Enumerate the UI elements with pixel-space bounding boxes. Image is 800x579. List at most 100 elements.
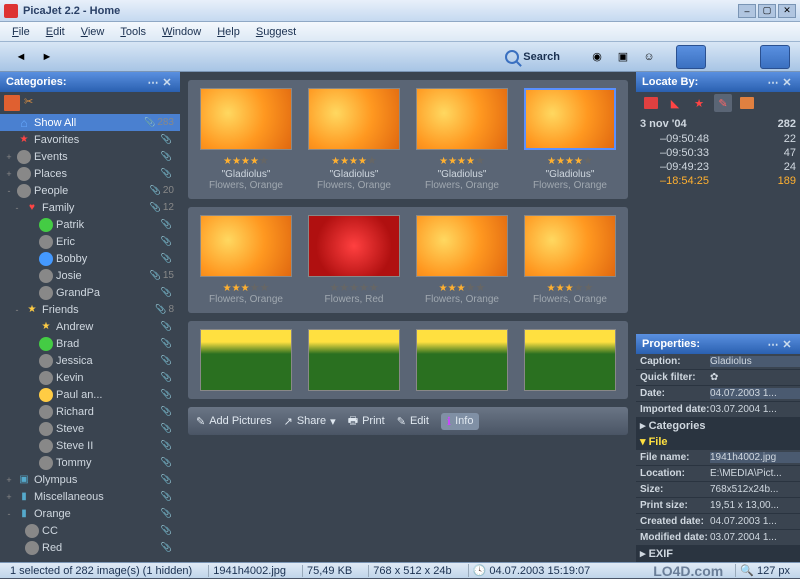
image-icon[interactable]: ▣	[611, 46, 635, 68]
close-button[interactable]: ✕	[778, 4, 796, 18]
tree-item-steve-ii[interactable]: Steve II📎	[0, 437, 180, 454]
rating[interactable]: ★★★★★	[547, 154, 593, 167]
locate-tab-book[interactable]	[642, 94, 660, 112]
tree-item-eric[interactable]: Eric📎	[0, 233, 180, 250]
prop-value[interactable]: 04.07.2003 1...	[710, 516, 800, 527]
date-entry[interactable]: – 09:50:3347	[640, 146, 796, 160]
locate-tab-folder[interactable]	[738, 94, 756, 112]
menu-file[interactable]: File	[4, 24, 38, 40]
rating[interactable]: ★★★★★	[439, 154, 485, 167]
thumb-image[interactable]	[308, 88, 400, 150]
property-section[interactable]: ▸ Categories	[636, 418, 800, 434]
thumbnail[interactable]	[200, 329, 292, 391]
thumbnail[interactable]	[524, 329, 616, 391]
expand-icon[interactable]: +	[4, 475, 14, 485]
tree-item-family[interactable]: -Family📎12	[0, 199, 180, 216]
prop-value[interactable]: 19,51 x 13,00...	[710, 500, 800, 511]
thumb-image[interactable]	[200, 88, 292, 150]
thumb-image[interactable]	[308, 329, 400, 391]
rating[interactable]: ★★★★★	[547, 281, 594, 294]
thumb-image[interactable]	[200, 215, 292, 277]
prop-value[interactable]: 03.07.2004 1...	[710, 532, 800, 543]
rating[interactable]: ★★★★★	[223, 281, 270, 294]
expand-icon[interactable]: -	[4, 509, 14, 519]
tree-item-steve[interactable]: Steve📎	[0, 420, 180, 437]
thumb-image[interactable]	[308, 215, 400, 277]
tree-item-red[interactable]: Red📎	[0, 539, 180, 556]
rating[interactable]: ★★★★★	[223, 154, 269, 167]
prop-value[interactable]: 03.07.2004 1...	[710, 404, 800, 415]
right-panel-toggle[interactable]	[760, 45, 790, 69]
locate-tab-star[interactable]: ★	[690, 94, 708, 112]
edit-button[interactable]: ✎Edit	[397, 415, 429, 428]
print-button[interactable]: 🖶Print	[348, 412, 385, 431]
person-icon[interactable]: ☺	[637, 46, 661, 68]
tree-item-kevin[interactable]: Kevin📎	[0, 369, 180, 386]
menu-help[interactable]: Help	[209, 24, 248, 40]
prop-value[interactable]: 04.07.2003 1...	[710, 388, 800, 399]
locate-tab-tag[interactable]: ◣	[666, 94, 684, 112]
disc-icon[interactable]: ◉	[585, 46, 609, 68]
prop-value[interactable]: E:\MEDIA\Pict...	[710, 468, 800, 479]
menu-suggest[interactable]: Suggest	[248, 24, 304, 40]
tree-item-favorites[interactable]: Favorites📎	[0, 131, 180, 148]
thumb-image[interactable]	[416, 329, 508, 391]
tree-item-show-all[interactable]: Show All📎283	[0, 114, 180, 131]
info-button[interactable]: ℹInfo	[441, 413, 480, 430]
date-entry[interactable]: – 09:50:4822	[640, 132, 796, 146]
thumb-image[interactable]	[416, 88, 508, 150]
tree-item-tommy[interactable]: Tommy📎	[0, 454, 180, 471]
date-group[interactable]: 3 nov '04 282	[640, 116, 796, 132]
thumbnail[interactable]: ★★★★★"Gladiolus"Flowers, Orange	[524, 88, 616, 191]
tree-item-events[interactable]: +Events📎	[0, 148, 180, 165]
left-panel-toggle[interactable]	[676, 45, 706, 69]
thumbnail[interactable]: ★★★★★Flowers, Red	[308, 215, 400, 305]
rating[interactable]: ★★★★★	[439, 281, 486, 294]
share-button[interactable]: ↗Share ▾	[284, 415, 336, 428]
panel-menu-icon[interactable]: ⋯	[766, 338, 780, 351]
expand-icon[interactable]: +	[4, 152, 14, 162]
tree-item-miscellaneous[interactable]: +Miscellaneous📎	[0, 488, 180, 505]
prop-value[interactable]: 1941h4002.jpg	[710, 452, 800, 463]
expand-icon[interactable]: -	[12, 203, 22, 213]
tree-item-richard[interactable]: Richard📎	[0, 403, 180, 420]
property-section[interactable]: ▾ File	[636, 434, 800, 450]
tree-item-orange[interactable]: -Orange📎	[0, 505, 180, 522]
thumb-image[interactable]	[200, 329, 292, 391]
panel-close-icon[interactable]: ✕	[780, 76, 794, 89]
tree-item-cc[interactable]: CC📎	[0, 522, 180, 539]
panel-close-icon[interactable]: ✕	[160, 76, 174, 89]
tree-item-brad[interactable]: Brad📎	[0, 335, 180, 352]
minimize-button[interactable]: –	[738, 4, 756, 18]
tree-item-bobby[interactable]: Bobby📎	[0, 250, 180, 267]
book-icon[interactable]	[4, 95, 20, 111]
thumbnail[interactable]: ★★★★★"Gladiolus"Flowers, Orange	[200, 88, 292, 191]
tree-item-jessica[interactable]: Jessica📎	[0, 352, 180, 369]
tree-item-friends[interactable]: -Friends📎8	[0, 301, 180, 318]
menu-tools[interactable]: Tools	[112, 24, 154, 40]
maximize-button[interactable]: ▢	[758, 4, 776, 18]
expand-icon[interactable]: +	[4, 169, 14, 179]
tree-item-people[interactable]: -People📎20	[0, 182, 180, 199]
thumbnail[interactable]	[308, 329, 400, 391]
property-section[interactable]: ▸ EXIF	[636, 546, 800, 562]
panel-close-icon[interactable]: ✕	[780, 338, 794, 351]
tree-item-andrew[interactable]: Andrew📎	[0, 318, 180, 335]
thumbnail[interactable]	[416, 329, 508, 391]
tree-item-patrik[interactable]: Patrik📎	[0, 216, 180, 233]
rating[interactable]: ★★★★★	[331, 154, 377, 167]
expand-icon[interactable]: +	[4, 492, 14, 502]
thumb-image[interactable]	[416, 215, 508, 277]
prop-value[interactable]: Gladiolus	[710, 356, 800, 367]
panel-menu-icon[interactable]: ⋯	[146, 76, 160, 89]
menu-view[interactable]: View	[73, 24, 113, 40]
thumbnail[interactable]: ★★★★★Flowers, Orange	[200, 215, 292, 305]
thumbnail[interactable]: ★★★★★"Gladiolus"Flowers, Orange	[416, 88, 508, 191]
expand-icon[interactable]: -	[12, 305, 22, 315]
menu-window[interactable]: Window	[154, 24, 209, 40]
tree-item-paul-an-[interactable]: Paul an...📎	[0, 386, 180, 403]
tree-item-olympus[interactable]: +Olympus📎	[0, 471, 180, 488]
locate-tab-brush[interactable]: ✎	[714, 94, 732, 112]
thumbnail[interactable]: ★★★★★Flowers, Orange	[416, 215, 508, 305]
thumbnail[interactable]: ★★★★★Flowers, Orange	[524, 215, 616, 305]
